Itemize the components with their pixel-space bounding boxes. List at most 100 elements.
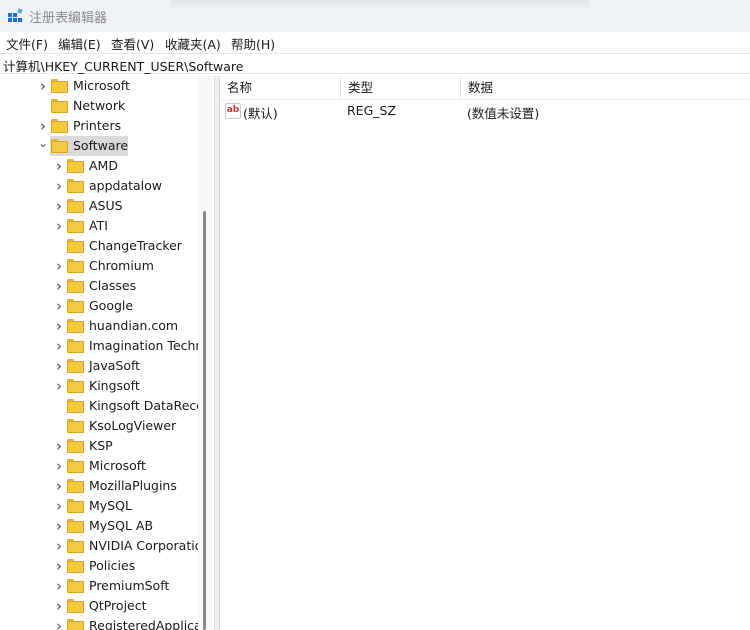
tree-node-label: Policies [89,558,136,573]
chevron-right-icon[interactable]: › [37,76,49,96]
tree-node-label: ChangeTracker [89,238,182,253]
tree-node-label: Printers [73,118,122,133]
key-tree-pane[interactable]: › Microsoft Network › Printers ⌄ Software › AMD ›… [0,76,214,630]
menu-favorites[interactable]: 收藏夹(A) [165,34,221,53]
menu-file[interactable]: 文件(F) [6,34,48,53]
tree-vertical-scrollbar[interactable] [198,76,212,630]
chevron-right-icon[interactable]: › [53,596,65,616]
chevron-right-icon[interactable]: › [53,436,65,456]
scrollbar-thumb[interactable] [203,211,206,630]
folder-icon [67,339,84,353]
folder-icon [67,539,84,553]
folder-icon [67,259,84,273]
column-header-type[interactable]: 类型 [341,76,461,100]
chevron-right-icon[interactable]: › [53,376,65,396]
tree-node[interactable]: › Google [0,296,200,316]
chevron-right-icon[interactable]: › [53,336,65,356]
chevron-right-icon[interactable]: › [53,256,65,276]
chevron-right-icon[interactable]: › [53,216,65,236]
tree-node[interactable]: › MySQL AB [0,516,200,536]
chevron-right-icon[interactable]: › [53,476,65,496]
tree-node[interactable]: › Printers [0,116,200,136]
folder-icon [67,579,84,593]
tree-node[interactable]: › ATI [0,216,200,236]
folder-icon [67,159,84,173]
chevron-right-icon[interactable]: › [53,556,65,576]
chevron-right-icon[interactable]: › [53,276,65,296]
values-list-pane[interactable]: 名称 类型 数据 ab (默认) REG_SZ (数值未设置) [220,76,750,630]
menu-edit[interactable]: 编辑(E) [58,34,101,53]
tree-node[interactable]: › KSP [0,436,200,456]
tree-node-label: Google [89,298,134,313]
tree-node[interactable]: › Imagination Techn [0,336,203,356]
chevron-right-icon[interactable]: › [53,516,65,536]
window-title: 注册表编辑器 [29,11,108,26]
tree-node[interactable]: › PremiumSoft [0,576,200,596]
tree-node-label: RegisteredApplica [89,618,202,630]
chevron-right-icon[interactable]: › [53,496,65,516]
tree-node[interactable]: › Chromium [0,256,200,276]
tree-node[interactable]: ChangeTracker [0,236,200,256]
folder-icon [67,439,84,453]
tree-node-label: appdatalow [89,178,163,193]
tree-node[interactable]: › Policies [0,556,200,576]
menu-view[interactable]: 查看(V) [111,34,154,53]
value-type: REG_SZ [347,103,397,118]
chevron-right-icon[interactable]: › [53,196,65,216]
chevron-right-icon[interactable]: › [37,116,49,136]
tree-node[interactable]: › Microsoft [0,76,200,96]
folder-icon [67,239,84,253]
value-row[interactable]: ab (默认) REG_SZ (数值未设置) [220,101,750,121]
chevron-right-icon[interactable]: › [53,316,65,336]
tree-node[interactable]: › ASUS [0,196,200,216]
column-header-data[interactable]: 数据 [461,76,750,100]
address-bar[interactable]: 计算机\HKEY_CURRENT_USER\Software [0,53,750,74]
folder-icon [67,499,84,513]
tree-node-label: PremiumSoft [89,578,170,593]
tree-node[interactable]: › MozillaPlugins [0,476,200,496]
tree-node[interactable]: › RegisteredApplica [0,616,202,630]
tree-node[interactable]: Kingsoft DataReco [0,396,204,416]
address-path[interactable]: 计算机\HKEY_CURRENT_USER\Software [3,56,243,75]
chevron-right-icon[interactable]: › [53,616,65,630]
tree-node[interactable]: › appdatalow [0,176,200,196]
folder-icon [51,79,68,93]
tree-node[interactable]: › MySQL [0,496,200,516]
tree-node[interactable]: › NVIDIA Corporatio [0,536,202,556]
menu-help[interactable]: 帮助(H) [231,34,275,53]
tree-node[interactable]: ⌄ Software [0,136,200,156]
chevron-right-icon[interactable]: › [53,156,65,176]
tree-node-label: Microsoft [73,78,130,93]
tree-node[interactable]: › Classes [0,276,200,296]
tree-node-label: QtProject [89,598,147,613]
tree-node-label: KsoLogViewer [89,418,177,433]
tree-node[interactable]: › AMD [0,156,200,176]
chevron-right-icon[interactable]: › [53,536,65,556]
chevron-right-icon[interactable]: › [53,576,65,596]
menu-bar: 文件(F) 编辑(E) 查看(V) 收藏夹(A) 帮助(H) [0,32,750,52]
folder-icon [67,459,84,473]
column-header-name[interactable]: 名称 [220,76,341,100]
chevron-right-icon[interactable]: › [53,456,65,476]
chevron-right-icon[interactable]: › [53,296,65,316]
value-name: (默认) [243,106,278,121]
chevron-down-icon[interactable]: ⌄ [37,136,49,156]
tree-node[interactable]: › JavaSoft [0,356,200,376]
tree-node[interactable]: › QtProject [0,596,200,616]
tree-node[interactable]: KsoLogViewer [0,416,200,436]
folder-icon [67,199,84,213]
tree-node[interactable]: › Microsoft [0,456,200,476]
tree-node[interactable]: Network [0,96,200,116]
chevron-right-icon[interactable]: › [53,176,65,196]
folder-icon [67,479,84,493]
tree-node-label: ATI [89,218,108,233]
regedit-app-icon [8,8,23,22]
folder-icon [67,519,84,533]
tree-node-label: Classes [89,278,137,293]
tree-node[interactable]: › Kingsoft [0,376,200,396]
tree-node-label: MySQL AB [89,518,154,533]
chevron-right-icon[interactable]: › [53,356,65,376]
tree-node-label: AMD [89,158,118,173]
folder-icon [67,599,84,613]
tree-node[interactable]: › huandian.com [0,316,200,336]
